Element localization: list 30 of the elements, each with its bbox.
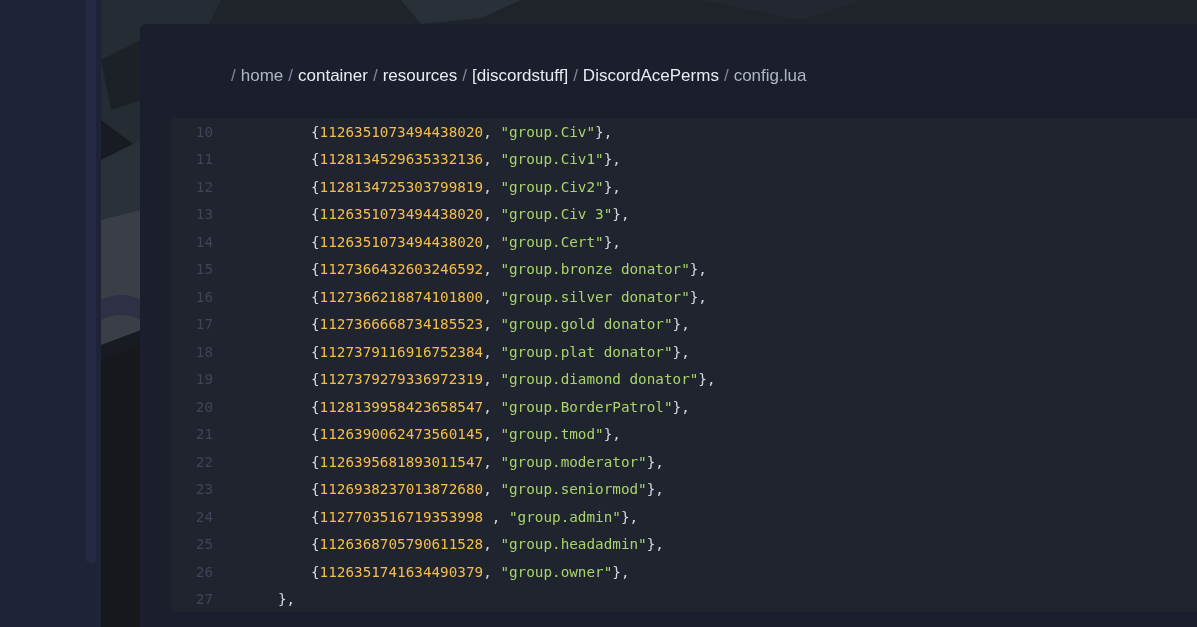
code-line: {1126368705790611528, "group.headadmin"}, xyxy=(310,536,664,553)
code-line: {1127366432603246592, "group.bronze donator"}, xyxy=(310,261,707,278)
code-line: {1126390062473560145, "group.tmod"}, xyxy=(310,426,621,443)
code-line: {1126351073494438020, "group.Cert"}, xyxy=(310,233,621,250)
code-line: {1126351073494438020, "group.Civ"}, xyxy=(310,123,613,140)
code-line: {1128134725303799819, "group.Civ2"}, xyxy=(310,178,621,195)
breadcrumb-link[interactable]: config.lua xyxy=(733,64,807,118)
code-line: {1126351741634490379, "group.owner"}, xyxy=(310,563,630,580)
code-line: {1126351073494438020, "group.Civ 3"}, xyxy=(310,206,630,223)
code-line: }, xyxy=(277,591,296,608)
code-line: {1128139958423658547, "group.BorderPatrol"}, xyxy=(310,398,690,415)
breadcrumb-link[interactable]: [discordstuff] xyxy=(472,64,569,118)
code-line: {1126395681893011547, "group.moderator"}, xyxy=(310,453,664,470)
path-separator: / xyxy=(573,65,578,87)
code-line: {1127379116916752384, "group.plat donator"}, xyxy=(310,343,690,360)
path-separator: / xyxy=(462,65,468,87)
path-separator: / xyxy=(372,65,378,87)
path-separator: / xyxy=(288,65,293,87)
code-line: {1127366218874101800, "group.silver donator"}, xyxy=(310,288,707,305)
code-line: {1127379279336972319, "group.diamond donator"}, xyxy=(310,371,716,388)
path-separator: / xyxy=(723,65,729,87)
breadcrumb-link[interactable]: home xyxy=(240,64,284,118)
code-line: {1127703516719353998 , "group.admin"}, xyxy=(310,508,639,525)
breadcrumb-link[interactable]: resources xyxy=(382,64,458,118)
breadcrumb-link[interactable]: container xyxy=(298,64,368,118)
path-separator: / xyxy=(231,65,236,87)
code-line: {1126938237013872680, "group.seniormod"}, xyxy=(310,481,664,498)
breadcrumb-link[interactable]: DiscordAcePerms xyxy=(582,64,719,118)
code-line: {1127366668734185523, "group.gold donator"}, xyxy=(310,316,690,333)
code-line: {1128134529635332136, "group.Civ1"}, xyxy=(310,151,621,168)
